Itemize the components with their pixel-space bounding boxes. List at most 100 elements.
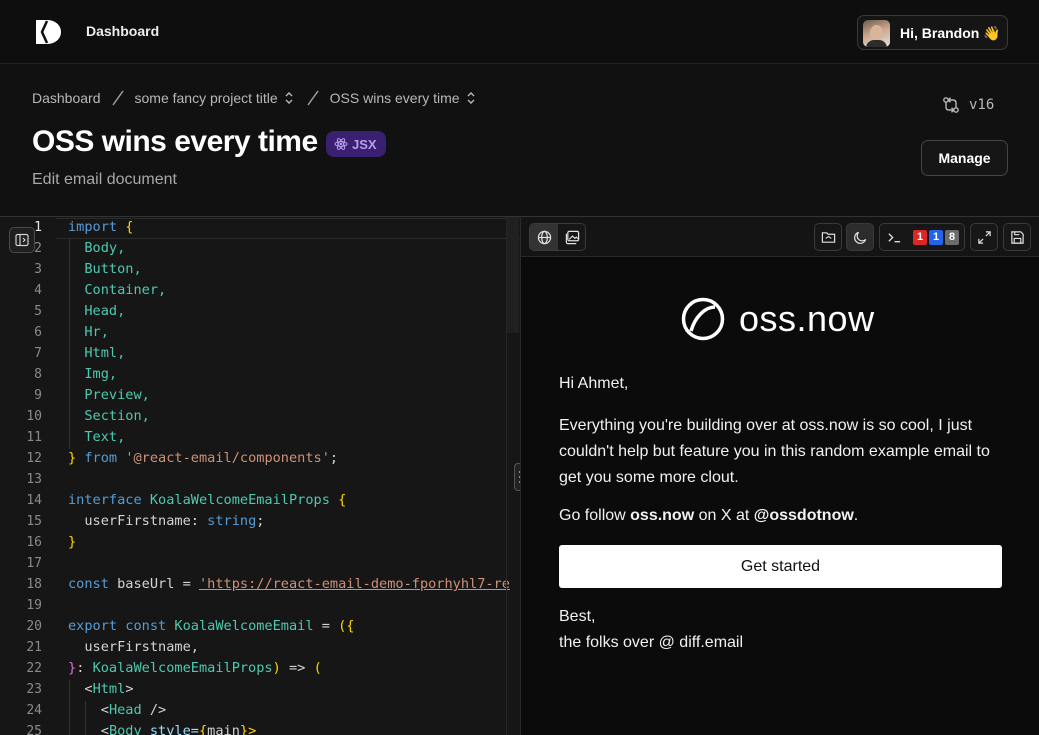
line-number: 25 bbox=[26, 724, 42, 735]
image-view-button[interactable] bbox=[558, 224, 586, 250]
save-button[interactable] bbox=[1003, 223, 1031, 251]
line-number: 23 bbox=[26, 682, 42, 697]
terminal-icon bbox=[888, 232, 901, 242]
jsx-badge-label: JSX bbox=[352, 136, 377, 152]
version-label: v16 bbox=[969, 97, 995, 113]
page-title: OSS wins every time bbox=[32, 125, 318, 158]
breadcrumb-dashboard[interactable]: Dashboard bbox=[32, 90, 101, 106]
code-line: <Body style={main}> bbox=[100, 723, 257, 735]
error-count-badge: 1 bbox=[913, 229, 927, 245]
open-folder-button[interactable] bbox=[814, 223, 842, 251]
line-number: 6 bbox=[34, 325, 42, 340]
line-number: 18 bbox=[26, 577, 42, 592]
line-number-gutter: 1 2 3 4 5 6 7 8 9 10 11 12 13 14 15 16 1… bbox=[0, 217, 56, 735]
code-line: Preview, bbox=[84, 387, 150, 403]
oss-logo-icon bbox=[681, 297, 725, 341]
web-view-button[interactable] bbox=[530, 224, 558, 250]
line-number: 8 bbox=[34, 367, 42, 382]
code-line: Text, bbox=[84, 429, 126, 445]
code-line: Section, bbox=[84, 408, 150, 424]
email-signoff: Best, bbox=[559, 608, 596, 625]
code-line: } bbox=[68, 534, 77, 550]
breadcrumb-project[interactable]: some fancy project title bbox=[135, 90, 296, 106]
code-line: const baseUrl = 'https://react-email-dem… bbox=[68, 576, 510, 592]
save-icon bbox=[1010, 230, 1024, 244]
editor-scroll-thumb[interactable] bbox=[507, 217, 519, 333]
line-number: 16 bbox=[26, 535, 42, 550]
code-line: Hr, bbox=[84, 324, 109, 340]
breadcrumb-template-label: OSS wins every time bbox=[329, 90, 460, 106]
user-menu-button[interactable]: Hi, Brandon 👋 bbox=[857, 15, 1008, 50]
code-line: export const KoalaWelcomeEmail = ({ bbox=[68, 618, 355, 634]
sidebar-toggle-button[interactable] bbox=[9, 227, 35, 253]
line-number: 17 bbox=[26, 556, 42, 571]
breadcrumb-template[interactable]: OSS wins every time bbox=[330, 90, 478, 106]
app-logo-icon[interactable] bbox=[32, 17, 62, 47]
line-number: 21 bbox=[26, 640, 42, 655]
email-brand-name: oss.now bbox=[739, 298, 875, 339]
code-line: Html, bbox=[84, 345, 126, 361]
email-body: Everything you're building over at oss.n… bbox=[559, 417, 990, 486]
page-subtitle: Edit email document bbox=[32, 171, 177, 188]
code-line: Img, bbox=[84, 366, 118, 382]
react-atom-icon bbox=[334, 138, 348, 150]
code-line: interface KoalaWelcomeEmailProps { bbox=[68, 492, 347, 508]
line-number: 7 bbox=[34, 346, 42, 361]
line-number: 13 bbox=[26, 472, 42, 487]
line-number: 9 bbox=[34, 388, 42, 403]
fullscreen-button[interactable] bbox=[970, 223, 998, 251]
info-count-badge: 1 bbox=[929, 229, 943, 245]
code-line: import { bbox=[68, 219, 134, 235]
line-number: 19 bbox=[26, 598, 42, 613]
top-nav: Dashboard Hi, Brandon 👋 bbox=[0, 0, 1039, 64]
panel-left-icon bbox=[15, 233, 29, 247]
code-line: Button, bbox=[84, 261, 142, 277]
line-number: 12 bbox=[26, 451, 42, 466]
images-icon bbox=[565, 230, 579, 244]
manage-button[interactable]: Manage bbox=[921, 140, 1008, 176]
chevron-up-down-icon bbox=[464, 91, 478, 105]
line-number: 14 bbox=[26, 493, 42, 508]
email-salutation: Hi Ahmet, bbox=[559, 375, 629, 392]
code-line: userFirstname, bbox=[84, 639, 199, 655]
code-line: Body, bbox=[84, 240, 126, 256]
line-number: 11 bbox=[26, 430, 42, 445]
code-line: } from '@react-email/components'; bbox=[68, 450, 339, 466]
terminal-checks-button[interactable]: 1 1 8 bbox=[879, 223, 965, 251]
code-line: }: KoalaWelcomeEmailProps) => ( bbox=[68, 660, 322, 676]
line-number: 5 bbox=[34, 304, 42, 319]
line-number: 3 bbox=[34, 262, 42, 277]
code-line: Container, bbox=[84, 282, 167, 298]
folder-open-icon bbox=[821, 231, 835, 243]
breadcrumb: Dashboard some fancy project title OSS w… bbox=[32, 90, 478, 106]
code-line: <Html> bbox=[84, 681, 134, 697]
version-indicator[interactable]: v16 bbox=[942, 96, 994, 114]
line-number: 24 bbox=[26, 703, 42, 718]
slash-icon bbox=[306, 90, 320, 106]
line-number: 10 bbox=[26, 409, 42, 424]
breadcrumb-project-label: some fancy project title bbox=[134, 90, 278, 106]
user-greeting: Hi, Brandon 👋 bbox=[900, 25, 1001, 41]
email-signature: the folks over @ diff.email bbox=[559, 634, 744, 651]
view-toggle-group bbox=[529, 223, 586, 251]
nav-dashboard-link[interactable]: Dashboard bbox=[86, 23, 159, 39]
email-brand-logo: oss.now bbox=[681, 297, 875, 341]
line-number: 15 bbox=[26, 514, 42, 529]
slash-icon bbox=[111, 90, 125, 106]
chevron-up-down-icon bbox=[282, 91, 296, 105]
line-number: 4 bbox=[34, 283, 42, 298]
globe-icon bbox=[537, 230, 551, 244]
code-line: userFirstname: string; bbox=[84, 513, 265, 529]
get-started-button[interactable]: Get started bbox=[559, 545, 1002, 588]
jsx-badge: JSX bbox=[326, 131, 386, 157]
avatar bbox=[863, 20, 890, 47]
code-editor[interactable]: 1 2 3 4 5 6 7 8 9 10 11 12 13 14 15 16 1… bbox=[0, 216, 520, 735]
page-header: Dashboard some fancy project title OSS w… bbox=[0, 65, 1039, 216]
line-number: 22 bbox=[26, 661, 42, 676]
git-compare-icon bbox=[943, 97, 959, 113]
code-line: <Head /> bbox=[100, 702, 167, 718]
line-number: 20 bbox=[26, 619, 42, 634]
moon-icon bbox=[853, 231, 866, 244]
code-line: Head, bbox=[84, 303, 126, 319]
dark-mode-toggle[interactable] bbox=[846, 223, 874, 251]
